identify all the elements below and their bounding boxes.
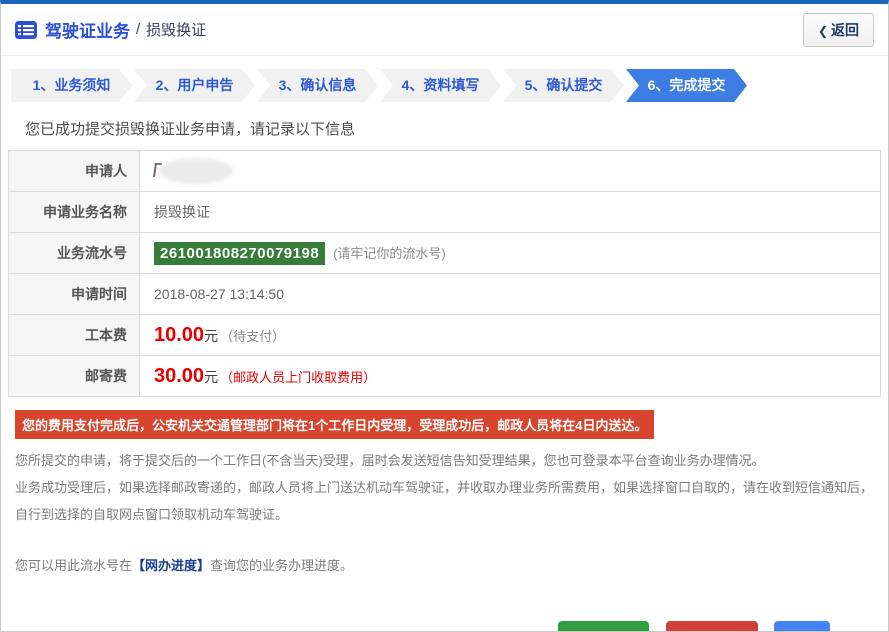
progress-note-suffix: 查询您的业务办理进度。 <box>210 558 354 573</box>
apply-time-value: 2018-08-27 13:14:50 <box>139 273 881 315</box>
note-line-3: 自行到选择的自取网点窗口领取机动车驾驶证。 <box>15 507 289 522</box>
continue-pay-button[interactable]: ¥ 继续支付 <box>557 621 650 631</box>
header: 驾驶证业务 / 损毁换证 ❮ 返回 <box>1 4 888 56</box>
page: 驾驶证业务 / 损毁换证 ❮ 返回 1、业务须知 2、用户申告 3、确认信息 4、… <box>0 0 889 632</box>
alert-banner-row: 您的费用支付完成后，公安机关交通管理部门将在1个工作日内受理，受理成功后，邮政人… <box>15 410 874 439</box>
progress-note-prefix: 您可以用此流水号在 <box>15 558 133 573</box>
table-row-work-fee: 工本费 10.00元 （待支付） <box>8 314 881 356</box>
tab-step-6-active[interactable]: 6、完成提交 <box>626 69 747 102</box>
table-row-applicant: 申请人 <box>8 150 881 192</box>
back-button-label: 返回 <box>831 21 859 38</box>
cancel-pay-button[interactable]: ¥ 取消支付 <box>665 621 758 631</box>
step-tabs: 1、业务须知 2、用户申告 3、确认信息 4、资料填写 5、确认提交 6、完成提… <box>11 69 878 102</box>
post-fee-unit: 元 <box>204 368 219 385</box>
redaction-blur <box>159 158 233 184</box>
flow-number-value: 261001808270079198 (请牢记你的流水号) <box>139 232 881 274</box>
card-list-icon <box>15 20 37 39</box>
tab-step-3[interactable]: 3、确认信息 <box>257 69 378 102</box>
flow-number-label: 业务流水号 <box>8 232 140 274</box>
applicant-label: 申请人 <box>8 150 140 192</box>
note-line-2: 业务成功受理后，如果选择邮政寄递的，邮政人员将上门送达机动车驾驶证，并收取办理业… <box>15 480 874 495</box>
footer-actions: ¥ 继续支付 ¥ 取消支付 返回 <box>1 621 888 631</box>
applicant-value <box>139 150 881 192</box>
tab-step-2[interactable]: 2、用户申告 <box>134 69 255 102</box>
business-name-value: 损毁换证 <box>139 191 881 233</box>
flow-number-note: (请牢记你的流水号) <box>333 245 446 261</box>
table-row-apply-time: 申请时间 2018-08-27 13:14:50 <box>8 273 881 315</box>
work-fee-amount: 10.00 <box>154 323 205 346</box>
applicant-name-redacted <box>153 158 240 184</box>
work-fee-label: 工本费 <box>8 314 140 356</box>
tab-step-4[interactable]: 4、资料填写 <box>380 69 501 102</box>
post-fee-note: （邮政人员上门收取费用） <box>220 369 377 385</box>
page-title: 驾驶证业务 <box>45 22 130 41</box>
info-table: 申请人 申请业务名称 损毁换证 业务流水号 261001808270079198… <box>8 150 881 397</box>
progress-note: 您可以用此流水号在【网办进度】查询您的业务办理进度。 <box>15 552 874 579</box>
success-message: 您已成功提交损毁换证业务申请，请记录以下信息 <box>25 121 356 138</box>
flow-number-badge: 261001808270079198 <box>154 241 326 265</box>
table-row-business-name: 申请业务名称 损毁换证 <box>8 191 881 233</box>
table-row-post-fee: 邮寄费 30.00元 （邮政人员上门收取费用） <box>8 355 881 397</box>
work-fee-value: 10.00元 （待支付） <box>139 314 881 356</box>
apply-time-label: 申请时间 <box>8 273 140 315</box>
notes-block: 您所提交的申请，将于提交后的一个工作日(不含当天)受理，届时会发送短信告知受理结… <box>15 447 874 528</box>
work-fee-unit: 元 <box>204 327 219 344</box>
back-button-bottom[interactable]: 返回 <box>774 621 830 631</box>
back-button-top[interactable]: ❮ 返回 <box>802 12 874 47</box>
tab-step-1[interactable]: 1、业务须知 <box>11 69 132 102</box>
tab-step-5[interactable]: 5、确认提交 <box>503 69 624 102</box>
note-line-1: 您所提交的申请，将于提交后的一个工作日(不含当天)受理，届时会发送短信告知受理结… <box>15 453 765 468</box>
business-name-label: 申请业务名称 <box>8 191 140 233</box>
post-fee-label: 邮寄费 <box>8 355 140 397</box>
post-fee-amount: 30.00 <box>154 364 205 387</box>
table-row-flow-number: 业务流水号 261001808270079198 (请牢记你的流水号) <box>8 232 881 274</box>
alert-banner: 您的费用支付完成后，公安机关交通管理部门将在1个工作日内受理，受理成功后，邮政人… <box>15 410 655 439</box>
progress-note-highlight: 【网办进度】 <box>132 558 211 573</box>
breadcrumb-separator: / <box>136 21 141 38</box>
chevron-left-icon: ❮ <box>817 23 828 38</box>
work-fee-note: （待支付） <box>220 328 286 344</box>
breadcrumb-current: 损毁换证 <box>146 22 207 39</box>
post-fee-value: 30.00元 （邮政人员上门收取费用） <box>139 355 881 397</box>
